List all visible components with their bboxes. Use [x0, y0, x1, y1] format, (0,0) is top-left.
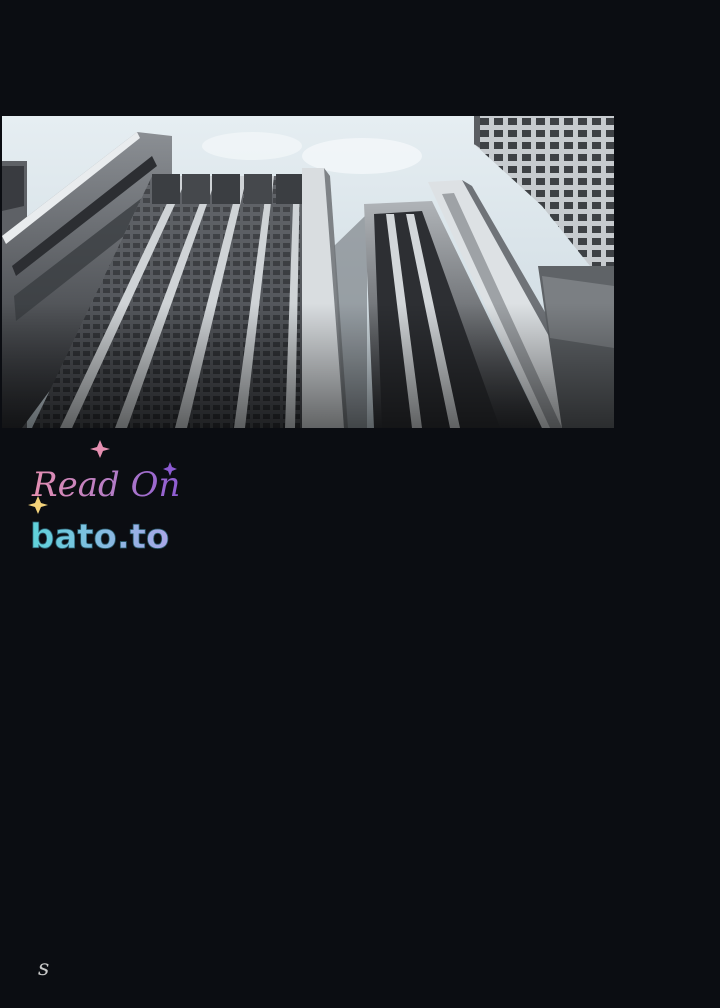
page-mark: s: [38, 956, 50, 981]
skyscraper-illustration: [2, 116, 614, 428]
sparkle-icon: [90, 440, 110, 458]
watermark-logo: Read On bato.to: [28, 440, 198, 560]
comic-panel-skyscrapers: [2, 116, 614, 428]
watermark-line1: Read On: [31, 465, 180, 505]
watermark-graphic: Read On bato.to: [28, 440, 180, 557]
watermark-line2: bato.to: [30, 517, 169, 557]
